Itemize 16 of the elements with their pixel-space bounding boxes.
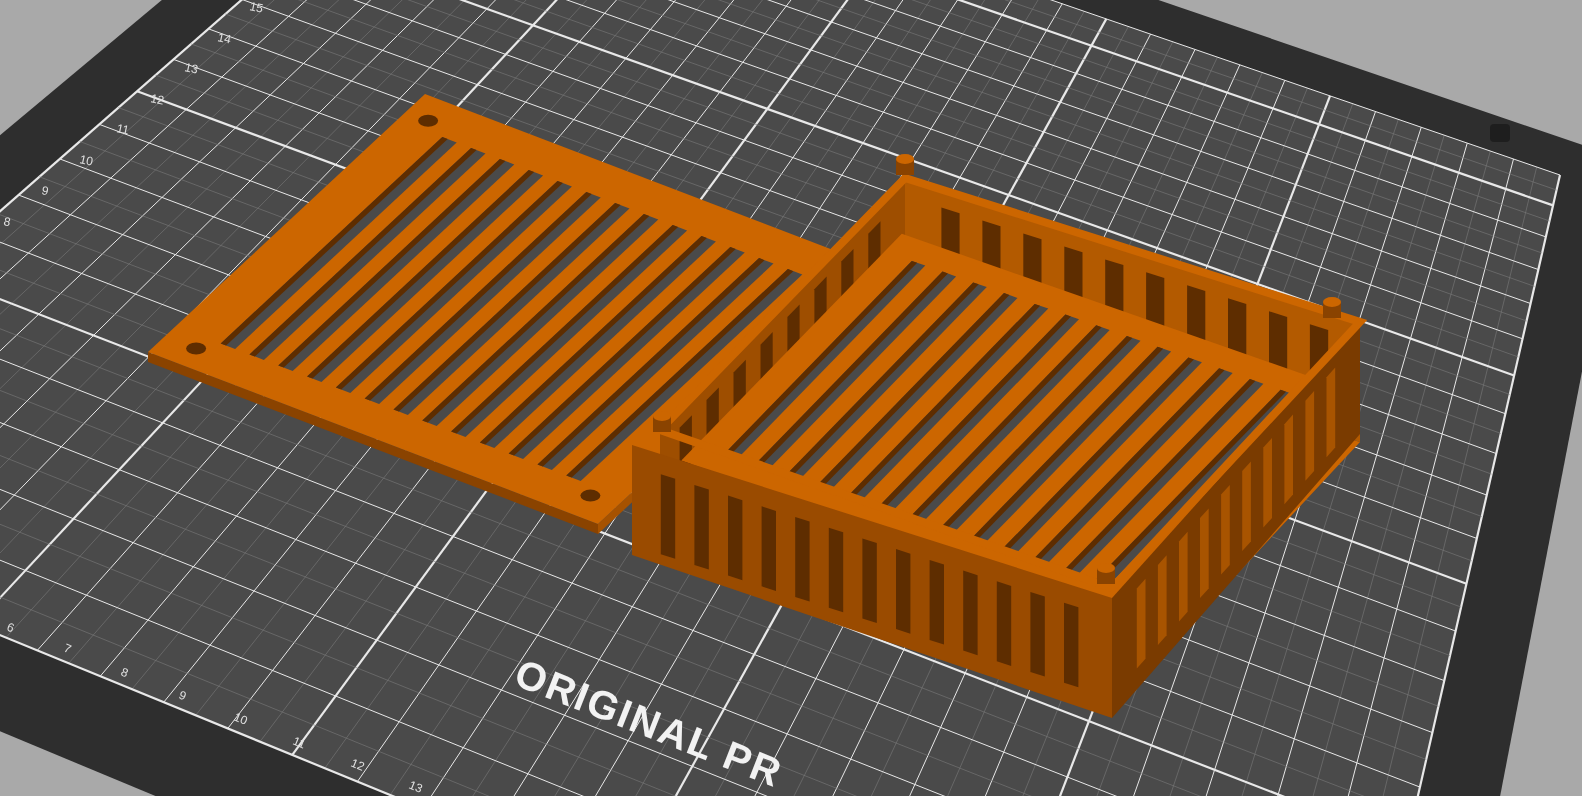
axis-label: 6 <box>4 619 17 636</box>
axis-label: 13 <box>406 777 425 796</box>
axis-label: 9 <box>176 687 189 704</box>
axis-label: 7 <box>61 640 74 657</box>
axis-label: 11 <box>115 121 131 138</box>
axis-label: 12 <box>149 91 166 108</box>
axis-label: 15 <box>248 0 265 16</box>
axis-label: 8 <box>118 664 131 681</box>
axis-label: 10 <box>231 709 250 728</box>
axis-label: 9 <box>40 183 50 199</box>
axis-label: 13 <box>183 60 200 77</box>
axis-label: 14 <box>216 30 233 47</box>
axis-label: 12 <box>348 755 367 774</box>
axis-label: 11 <box>290 733 308 752</box>
axis-label: 8 <box>2 214 12 230</box>
axis-label: 10 <box>78 152 95 169</box>
